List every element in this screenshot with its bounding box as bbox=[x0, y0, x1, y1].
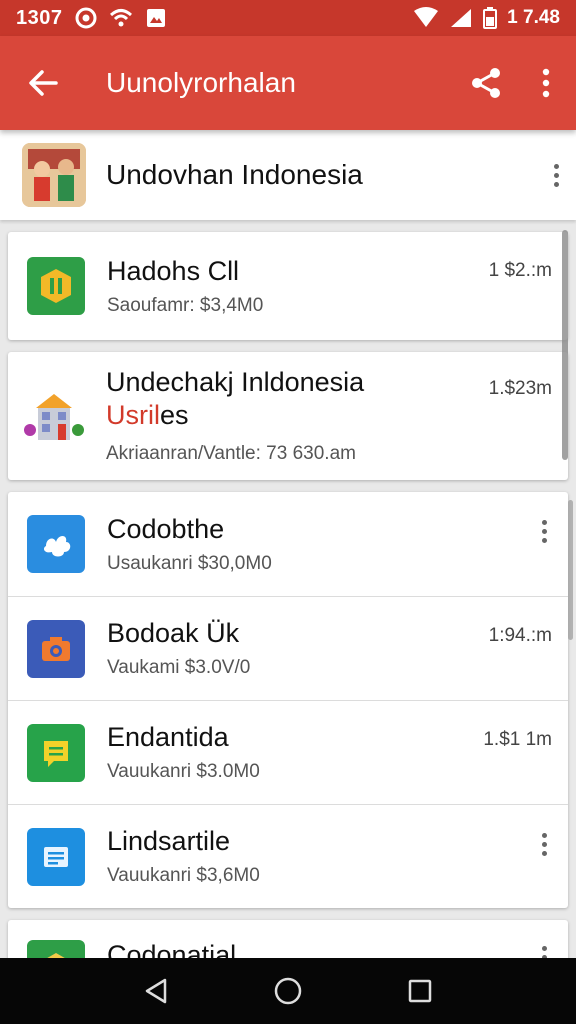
list-item[interactable]: Undechakj Inldonesia Usriles Akriaanran/… bbox=[8, 352, 568, 480]
item-name: Lindsartile bbox=[107, 826, 231, 856]
square-recents-icon bbox=[408, 979, 432, 1003]
wifi-icon bbox=[109, 9, 132, 27]
overflow-menu-button[interactable] bbox=[516, 36, 576, 130]
scrollbar-thumb[interactable] bbox=[562, 230, 568, 460]
item-name: Codobthe bbox=[107, 513, 225, 544]
app-card: Hadohs Cll Saoufamr: $3,4M0 1 $2.:m bbox=[8, 232, 568, 340]
app-list-card: Codobthe Usaukanri $30,0M0 Bodoak Ük Vau… bbox=[8, 492, 568, 908]
back-button[interactable] bbox=[0, 36, 86, 130]
nav-back-button[interactable] bbox=[126, 961, 186, 1021]
record-icon bbox=[75, 7, 96, 29]
app-bar-title: Uunolyrorhalan bbox=[106, 67, 296, 98]
battery-icon bbox=[483, 7, 498, 29]
cell-signal-icon bbox=[451, 9, 472, 27]
item-meta: 1.$23m bbox=[488, 378, 552, 399]
collection-header[interactable]: Undovhan Indonesia bbox=[0, 130, 576, 220]
list-item[interactable]: Lindsartile Vauukanri $3,6M0 bbox=[8, 804, 568, 908]
item-subtitle: Vauukanri $3,6M0 bbox=[107, 865, 260, 886]
chat-app-icon bbox=[27, 723, 85, 782]
item-subtitle: Vaukami $3.0V/0 bbox=[107, 657, 251, 678]
more-vert-icon bbox=[542, 68, 550, 98]
triangle-back-icon bbox=[145, 978, 167, 1004]
share-button[interactable] bbox=[456, 36, 516, 130]
collection-title: Undovhan Indonesia bbox=[106, 159, 363, 190]
status-bar: 1307 1 7.48 bbox=[0, 0, 576, 36]
list-item[interactable]: Endantida Vauukanri $3.0M0 1.$1 1m bbox=[8, 700, 568, 804]
list-item[interactable]: Bodoak Ük Vaukami $3.0V/0 1:94.:m bbox=[8, 596, 568, 700]
camera-app-icon bbox=[27, 619, 85, 678]
arrow-back-icon bbox=[29, 70, 58, 96]
item-subtitle: Usaukanri $30,0M0 bbox=[107, 552, 272, 574]
item-subtitle: Vauukanri $3.0M0 bbox=[107, 761, 260, 782]
circle-home-icon bbox=[274, 977, 302, 1005]
building-app-icon bbox=[22, 384, 86, 448]
wifi-signal-icon bbox=[414, 7, 439, 27]
item-more-button[interactable] bbox=[524, 520, 564, 543]
nav-recents-button[interactable] bbox=[390, 961, 450, 1021]
list-item[interactable]: Hadohs Cll Saoufamr: $3,4M0 1 $2.:m bbox=[8, 232, 568, 340]
nav-home-button[interactable] bbox=[258, 961, 318, 1021]
item-meta: 1:94.:m bbox=[488, 625, 552, 646]
share-icon bbox=[472, 68, 500, 98]
app-bar: Uunolyrorhalan bbox=[0, 36, 576, 130]
shield-app-icon bbox=[27, 257, 85, 315]
item-subtitle: Saoufamr: $3,4M0 bbox=[107, 294, 264, 316]
app-card: Undechakj Inldonesia Usriles Akriaanran/… bbox=[8, 352, 568, 480]
item-meta: 1 $2.:m bbox=[488, 260, 552, 281]
item-name-tail: es bbox=[160, 400, 189, 430]
status-time-right: 1 7.48 bbox=[507, 7, 560, 28]
item-name-highlight: Usril bbox=[106, 400, 160, 430]
item-subtitle: Akriaanran/Vantle: 73 630.am bbox=[106, 443, 356, 464]
item-more-button[interactable] bbox=[524, 833, 564, 856]
status-time: 1307 bbox=[16, 6, 63, 29]
puzzle-app-icon bbox=[27, 515, 85, 573]
item-meta: 1.$1 1m bbox=[483, 729, 552, 750]
header-more-button[interactable] bbox=[536, 163, 576, 187]
system-nav-bar bbox=[0, 958, 576, 1024]
scrollbar-thumb-secondary[interactable] bbox=[568, 500, 573, 640]
gallery-icon bbox=[146, 9, 165, 27]
collection-thumbnail bbox=[22, 143, 86, 207]
document-app-icon bbox=[27, 827, 85, 886]
list-item[interactable]: Codobthe Usaukanri $30,0M0 bbox=[8, 492, 568, 596]
